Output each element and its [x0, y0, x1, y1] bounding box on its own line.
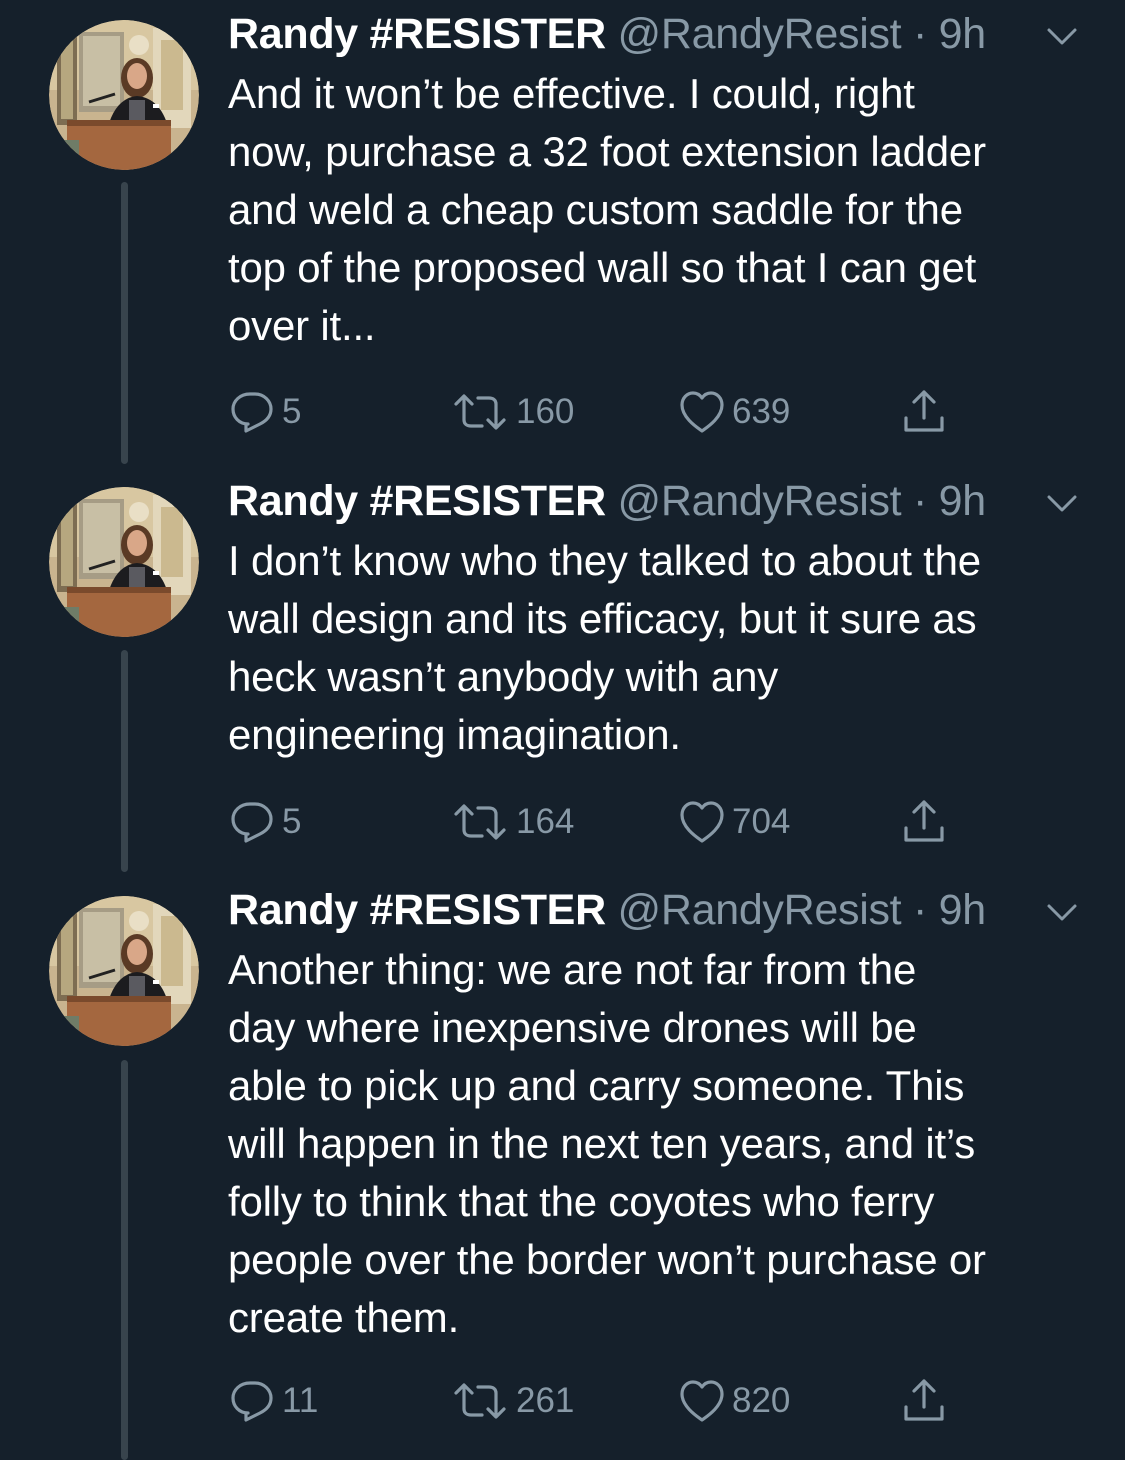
separator: ·	[912, 477, 927, 525]
reply-count: 5	[282, 802, 302, 841]
tweet-text-line: folly to think that the coyotes who ferr…	[228, 1178, 935, 1225]
tweet-actions: 5 164 704	[228, 797, 988, 847]
thread-line	[121, 1060, 128, 1460]
tweet-header: Randy #RESISTER @RandyResist · 9h	[228, 8, 986, 60]
author-name[interactable]: Randy #RESISTER	[228, 477, 606, 525]
retweet-arrows-icon	[450, 1377, 510, 1425]
tweet-header: Randy #RESISTER @RandyResist · 9h	[228, 884, 986, 936]
tweet-actions: 11 261 820	[228, 1376, 988, 1426]
reply-button[interactable]: 5	[228, 797, 301, 847]
tweet-text-line: over it...	[228, 302, 376, 349]
like-button[interactable]: 639	[678, 387, 790, 437]
retweet-count: 261	[516, 1381, 575, 1420]
speech-bubble-icon	[228, 1377, 276, 1425]
tweet-header: Randy #RESISTER @RandyResist · 9h	[228, 475, 986, 527]
tweet-text: I don’t know who they talked to about th…	[228, 532, 1108, 764]
speech-bubble-icon	[228, 388, 276, 436]
tweet-text-line: now, purchase a 32 foot extension ladder	[228, 128, 986, 175]
share-button[interactable]	[900, 1376, 948, 1426]
retweet-count: 164	[516, 802, 575, 841]
heart-icon	[678, 1377, 726, 1425]
like-count: 704	[732, 802, 791, 841]
avatar[interactable]	[49, 487, 199, 637]
like-button[interactable]: 820	[678, 1376, 790, 1426]
reply-button[interactable]: 11	[228, 1376, 318, 1426]
tweet-text-line: people over the border won’t purchase or	[228, 1236, 986, 1283]
chevron-down-icon[interactable]	[1043, 20, 1081, 52]
avatar[interactable]	[49, 20, 199, 170]
author-name[interactable]: Randy #RESISTER	[228, 10, 606, 58]
author-name[interactable]: Randy #RESISTER	[228, 886, 606, 934]
share-upload-icon	[900, 388, 948, 436]
tweet-text-line: day where inexpensive drones will be	[228, 1004, 917, 1051]
tweet-text: And it won’t be effective. I could, righ…	[228, 65, 1108, 355]
tweet-text-line: engineering imagination.	[228, 711, 681, 758]
share-button[interactable]	[900, 387, 948, 437]
reply-count: 11	[282, 1381, 319, 1420]
avatar[interactable]	[49, 896, 199, 1046]
tweet-text-line: And it won’t be effective. I could, righ…	[228, 70, 915, 117]
share-upload-icon	[900, 1377, 948, 1425]
separator: ·	[912, 886, 927, 934]
tweet-actions: 5 160 639	[228, 387, 988, 437]
retweet-button[interactable]: 164	[450, 797, 574, 847]
tweet-text-line: I don’t know who they talked to about th…	[228, 537, 981, 584]
reply-button[interactable]: 5	[228, 387, 301, 437]
like-count: 820	[732, 1381, 791, 1420]
like-count: 639	[732, 392, 791, 431]
tweet-text-line: will happen in the next ten years, and i…	[228, 1120, 976, 1167]
tweet-time[interactable]: 9h	[939, 10, 987, 58]
author-handle[interactable]: @RandyResist	[617, 477, 901, 525]
share-upload-icon	[900, 798, 948, 846]
author-handle[interactable]: @RandyResist	[617, 10, 901, 58]
chevron-down-icon[interactable]	[1043, 896, 1081, 928]
tweet-text-line: and weld a cheap custom saddle for the	[228, 186, 963, 233]
retweet-arrows-icon	[450, 388, 510, 436]
tweet-text-line: able to pick up and carry someone. This	[228, 1062, 965, 1109]
retweet-arrows-icon	[450, 798, 510, 846]
speech-bubble-icon	[228, 798, 276, 846]
tweet-text-line: Another thing: we are not far from the	[228, 946, 917, 993]
retweet-button[interactable]: 160	[450, 387, 574, 437]
reply-count: 5	[282, 392, 302, 431]
tweet-text: Another thing: we are not far from the d…	[228, 941, 1108, 1347]
tweet-text-line: top of the proposed wall so that I can g…	[228, 244, 977, 291]
author-handle[interactable]: @RandyResist	[617, 886, 901, 934]
retweet-count: 160	[516, 392, 575, 431]
thread-line	[121, 182, 128, 464]
tweet-text-line: create them.	[228, 1294, 460, 1341]
heart-icon	[678, 388, 726, 436]
like-button[interactable]: 704	[678, 797, 790, 847]
chevron-down-icon[interactable]	[1043, 487, 1081, 519]
tweet-time[interactable]: 9h	[939, 477, 987, 525]
tweet-time[interactable]: 9h	[939, 886, 987, 934]
tweet-text-line: heck wasn’t anybody with any	[228, 653, 779, 700]
separator: ·	[912, 10, 927, 58]
thread-line	[121, 650, 128, 872]
share-button[interactable]	[900, 797, 948, 847]
tweet-text-line: wall design and its efficacy, but it sur…	[228, 595, 977, 642]
retweet-button[interactable]: 261	[450, 1376, 574, 1426]
heart-icon	[678, 798, 726, 846]
